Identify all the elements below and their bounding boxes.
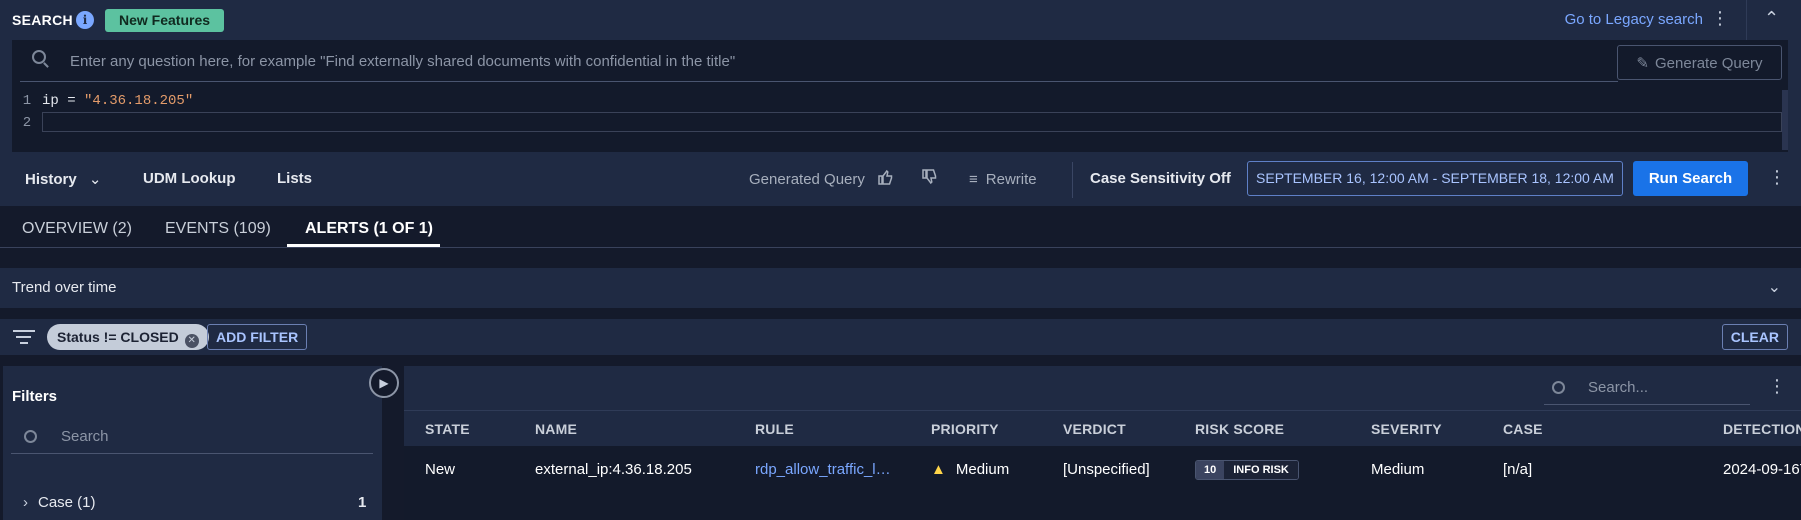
rewrite-label: Rewrite [985,171,1037,188]
kebab-icon[interactable]: ⋮ [1768,167,1786,188]
new-features-badge[interactable]: New Features [105,9,225,32]
generated-query-label: Generated Query [749,171,865,188]
code-string: "4.36.18.205" [84,93,194,109]
filter-icon[interactable] [13,328,35,346]
date-range-picker[interactable]: SEPTEMBER 16, 12:00 AM - SEPTEMBER 18, 1… [1247,161,1623,196]
kebab-icon[interactable]: ⋮ [1768,376,1786,397]
rewrite-button[interactable]: ≡ Rewrite [969,171,1037,188]
cell-verdict: [Unspecified] [1063,461,1150,478]
code-line[interactable]: 1 ip = "4.36.18.205" [12,90,193,112]
alerts-table: ⋮ STATE NAME RULE PRIORITY VERDICT RISK … [404,366,1801,520]
chevron-up-icon[interactable]: ⌃ [1764,8,1779,29]
tab-events[interactable]: EVENTS (109) [165,220,271,238]
chevron-down-icon[interactable]: ⌄ [1768,277,1781,297]
panel-toggle-icon[interactable]: ▶ [369,368,399,398]
chevron-right-icon: › [23,494,28,511]
cell-case: [n/a] [1503,461,1533,478]
facet-label: Case (1) [38,494,96,511]
result-tabs: OVERVIEW (2) EVENTS (109) ALERTS (1 OF 1… [0,206,1801,248]
generate-query-button[interactable]: ✎ Generate Query [1617,45,1782,80]
lists-button[interactable]: Lists [277,170,312,187]
table-toolbar: ⋮ [404,366,1801,410]
column-header-risk-score[interactable]: RISK SCORE [1195,421,1284,437]
table-header: STATE NAME RULE PRIORITY VERDICT RISK SC… [404,410,1801,446]
filters-title: Filters [12,388,58,405]
tab-overview[interactable]: OVERVIEW (2) [22,220,132,238]
divider [1072,162,1073,198]
facet-case[interactable]: › Case (1) [23,494,96,511]
active-tab-indicator [287,244,440,247]
cell-rule-link[interactable]: rdp_allow_traffic_l… [755,461,895,478]
udm-lookup-button[interactable]: UDM Lookup [143,170,235,187]
divider [1746,0,1747,40]
trend-title: Trend over time [12,279,117,296]
case-sensitivity-toggle[interactable]: Case Sensitivity Off [1090,170,1231,187]
column-header-case[interactable]: CASE [1503,421,1543,437]
chevron-down-icon: ⌄ [88,171,102,188]
info-icon[interactable]: i [76,11,94,29]
add-filter-button[interactable]: ADD FILTER [207,324,308,350]
warning-icon: ▲ [931,461,946,478]
clear-filters-button[interactable]: CLEAR [1721,324,1788,350]
wand-icon: ✎ [1636,54,1649,72]
legacy-search-link[interactable]: Go to Legacy search [1565,11,1703,28]
editor-scrollbar[interactable] [1782,90,1788,150]
column-header-detection[interactable]: DETECTION [1723,421,1801,437]
column-header-rule[interactable]: RULE [755,421,794,437]
column-header-priority[interactable]: PRIORITY [931,421,999,437]
search-icon [24,430,37,443]
filter-bar: Status != CLOSED ✕ ADD FILTER CLEAR [0,319,1801,355]
search-panel: SEARCH i New Features Go to Legacy searc… [0,0,1801,206]
search-icon [32,50,46,64]
column-header-name[interactable]: NAME [535,421,577,437]
risk-label: INFO RISK [1224,461,1298,479]
cell-risk-score: 10 INFO RISK [1195,460,1299,480]
column-header-verdict[interactable]: VERDICT [1063,421,1126,437]
cell-severity: Medium [1371,461,1425,478]
trend-over-time-panel[interactable]: Trend over time ⌄ [0,268,1801,308]
run-search-button[interactable]: Run Search [1633,161,1748,196]
chip-label: Status != CLOSED [57,329,179,345]
risk-score-value: 10 [1196,461,1225,479]
filter-search-input[interactable] [11,420,373,454]
search-icon [1552,381,1565,394]
query-editor: ✎ Generate Query 1 ip = "4.36.18.205" 2 [12,40,1788,152]
priority-label: Medium [955,461,1010,478]
line-number: 1 [22,93,32,109]
table-search-input[interactable] [1544,371,1750,405]
history-label: History [25,171,77,188]
status-filter-chip[interactable]: Status != CLOSED ✕ [47,324,209,350]
thumbs-up-icon[interactable] [877,169,893,189]
natural-language-input[interactable] [20,42,1618,82]
filters-panel: Filters › Case (1) 1 [3,366,382,520]
cell-detection: 2024-09-16T [1723,461,1801,478]
kebab-icon[interactable]: ⋮ [1711,8,1729,29]
cell-state: New [425,461,456,478]
close-icon[interactable]: ✕ [184,334,199,348]
search-toolbar: History ⌄ UDM Lookup Lists Generated Que… [0,154,1801,206]
history-button[interactable]: History ⌄ [25,170,101,188]
risk-badge: 10 INFO RISK [1195,460,1299,480]
thumbs-down-icon[interactable] [921,169,937,189]
line-number: 2 [22,115,32,131]
cell-priority: ▲ Medium [931,461,1009,478]
code-keyword: ip = [42,93,85,109]
search-title: SEARCH [12,12,73,28]
column-header-severity[interactable]: SEVERITY [1371,421,1442,437]
tab-alerts[interactable]: ALERTS (1 OF 1) [305,220,433,238]
column-header-state[interactable]: STATE [425,421,470,437]
generate-query-label: Generate Query [1655,54,1763,72]
cell-name: external_ip:4.36.18.205 [535,461,692,478]
rewrite-icon: ≡ [969,171,978,188]
facet-count: 1 [358,494,367,511]
code-line[interactable]: 2 [12,112,1784,134]
